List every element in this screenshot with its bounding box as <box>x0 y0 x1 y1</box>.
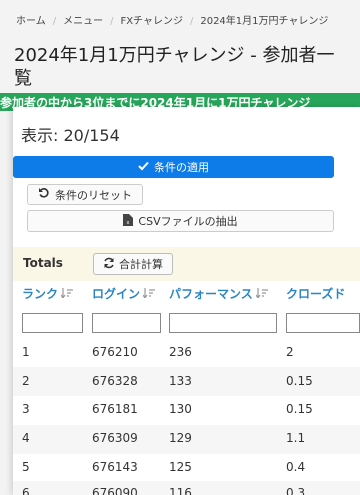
breadcrumb-separator: / <box>110 16 114 27</box>
cell-closed: 0.15 <box>286 402 313 416</box>
breadcrumb-menu[interactable]: メニュー <box>63 16 103 27</box>
sort-icon[interactable] <box>142 287 156 301</box>
svg-text:x: x <box>127 220 130 226</box>
cell-performance: 116 <box>169 486 192 495</box>
cell-login: 676143 <box>92 460 138 474</box>
check-icon <box>138 161 149 174</box>
cell-closed: 1.1 <box>286 431 306 445</box>
record-counter: 表示: 20/154 <box>21 126 120 145</box>
cell-rank: 5 <box>22 460 30 474</box>
cell-performance: 133 <box>169 374 192 388</box>
page-title: 2024年1月1万円チャレンジ - 参加者一覧 <box>14 45 335 89</box>
column-header-performance[interactable]: パフォーマンス <box>169 285 268 302</box>
undo-icon <box>38 187 50 202</box>
sort-icon[interactable] <box>60 287 74 301</box>
closed-filter-input[interactable] <box>286 313 360 333</box>
login-filter-input[interactable] <box>92 313 161 333</box>
breadcrumb-fx-challenge[interactable]: FXチャレンジ <box>120 16 183 27</box>
cell-closed: 0.15 <box>286 374 313 388</box>
refresh-icon <box>103 257 115 272</box>
apply-conditions-button[interactable]: 条件の適用 <box>13 156 334 178</box>
cell-performance: 130 <box>169 402 192 416</box>
performance-filter-input[interactable] <box>169 313 277 333</box>
cell-login: 676090 <box>92 486 138 495</box>
cell-rank: 2 <box>22 374 30 388</box>
column-header-rank[interactable]: ランク <box>22 285 74 302</box>
cell-closed: 2 <box>286 345 294 359</box>
cell-login: 676210 <box>92 345 138 359</box>
totals-bar <box>13 247 360 281</box>
cell-rank: 1 <box>22 345 30 359</box>
csv-export-button[interactable]: x CSVファイルの抽出 <box>27 210 334 232</box>
column-header-label: ログイン <box>92 287 141 301</box>
breadcrumb-separator: / <box>52 16 57 27</box>
column-header-closed[interactable]: クローズド <box>286 285 345 302</box>
cell-login: 676328 <box>92 374 138 388</box>
cell-performance: 125 <box>169 460 192 474</box>
cell-closed: 0.3 <box>286 486 306 495</box>
cell-performance: 129 <box>169 431 192 445</box>
calc-label: 合計計算 <box>119 258 163 271</box>
cell-performance: 236 <box>169 345 192 359</box>
cell-rank: 6 <box>22 486 30 495</box>
calculate-totals-button[interactable]: 合計計算 <box>93 253 173 275</box>
reset-label: 条件のリセット <box>55 188 132 202</box>
breadcrumb-home[interactable]: ホーム <box>16 16 46 27</box>
sort-icon[interactable] <box>255 287 268 301</box>
breadcrumb: ホーム / メニュー / FXチャレンジ / 2024年1月1万円チャレンジ <box>16 12 328 27</box>
csv-label: CSVファイルの抽出 <box>138 215 238 228</box>
totals-label: Totals <box>23 256 63 270</box>
column-header-label: ランク <box>22 287 59 301</box>
column-header-label: パフォーマンス <box>169 287 253 301</box>
breadcrumb-separator: / <box>189 16 194 27</box>
rank-filter-input[interactable] <box>22 313 83 333</box>
cell-login: 676309 <box>92 431 138 445</box>
breadcrumb-current: 2024年1月1万円チャレンジ <box>200 16 329 27</box>
cell-login: 676181 <box>92 402 138 416</box>
column-header-label: クローズド <box>286 287 346 301</box>
apply-label: 条件の適用 <box>154 161 209 174</box>
cell-closed: 0.4 <box>286 460 306 474</box>
column-header-login[interactable]: ログイン <box>92 285 156 302</box>
file-csv-icon: x <box>123 213 134 229</box>
cell-rank: 3 <box>22 402 30 416</box>
reset-conditions-button[interactable]: 条件のリセット <box>27 184 143 205</box>
cell-rank: 4 <box>22 431 30 445</box>
